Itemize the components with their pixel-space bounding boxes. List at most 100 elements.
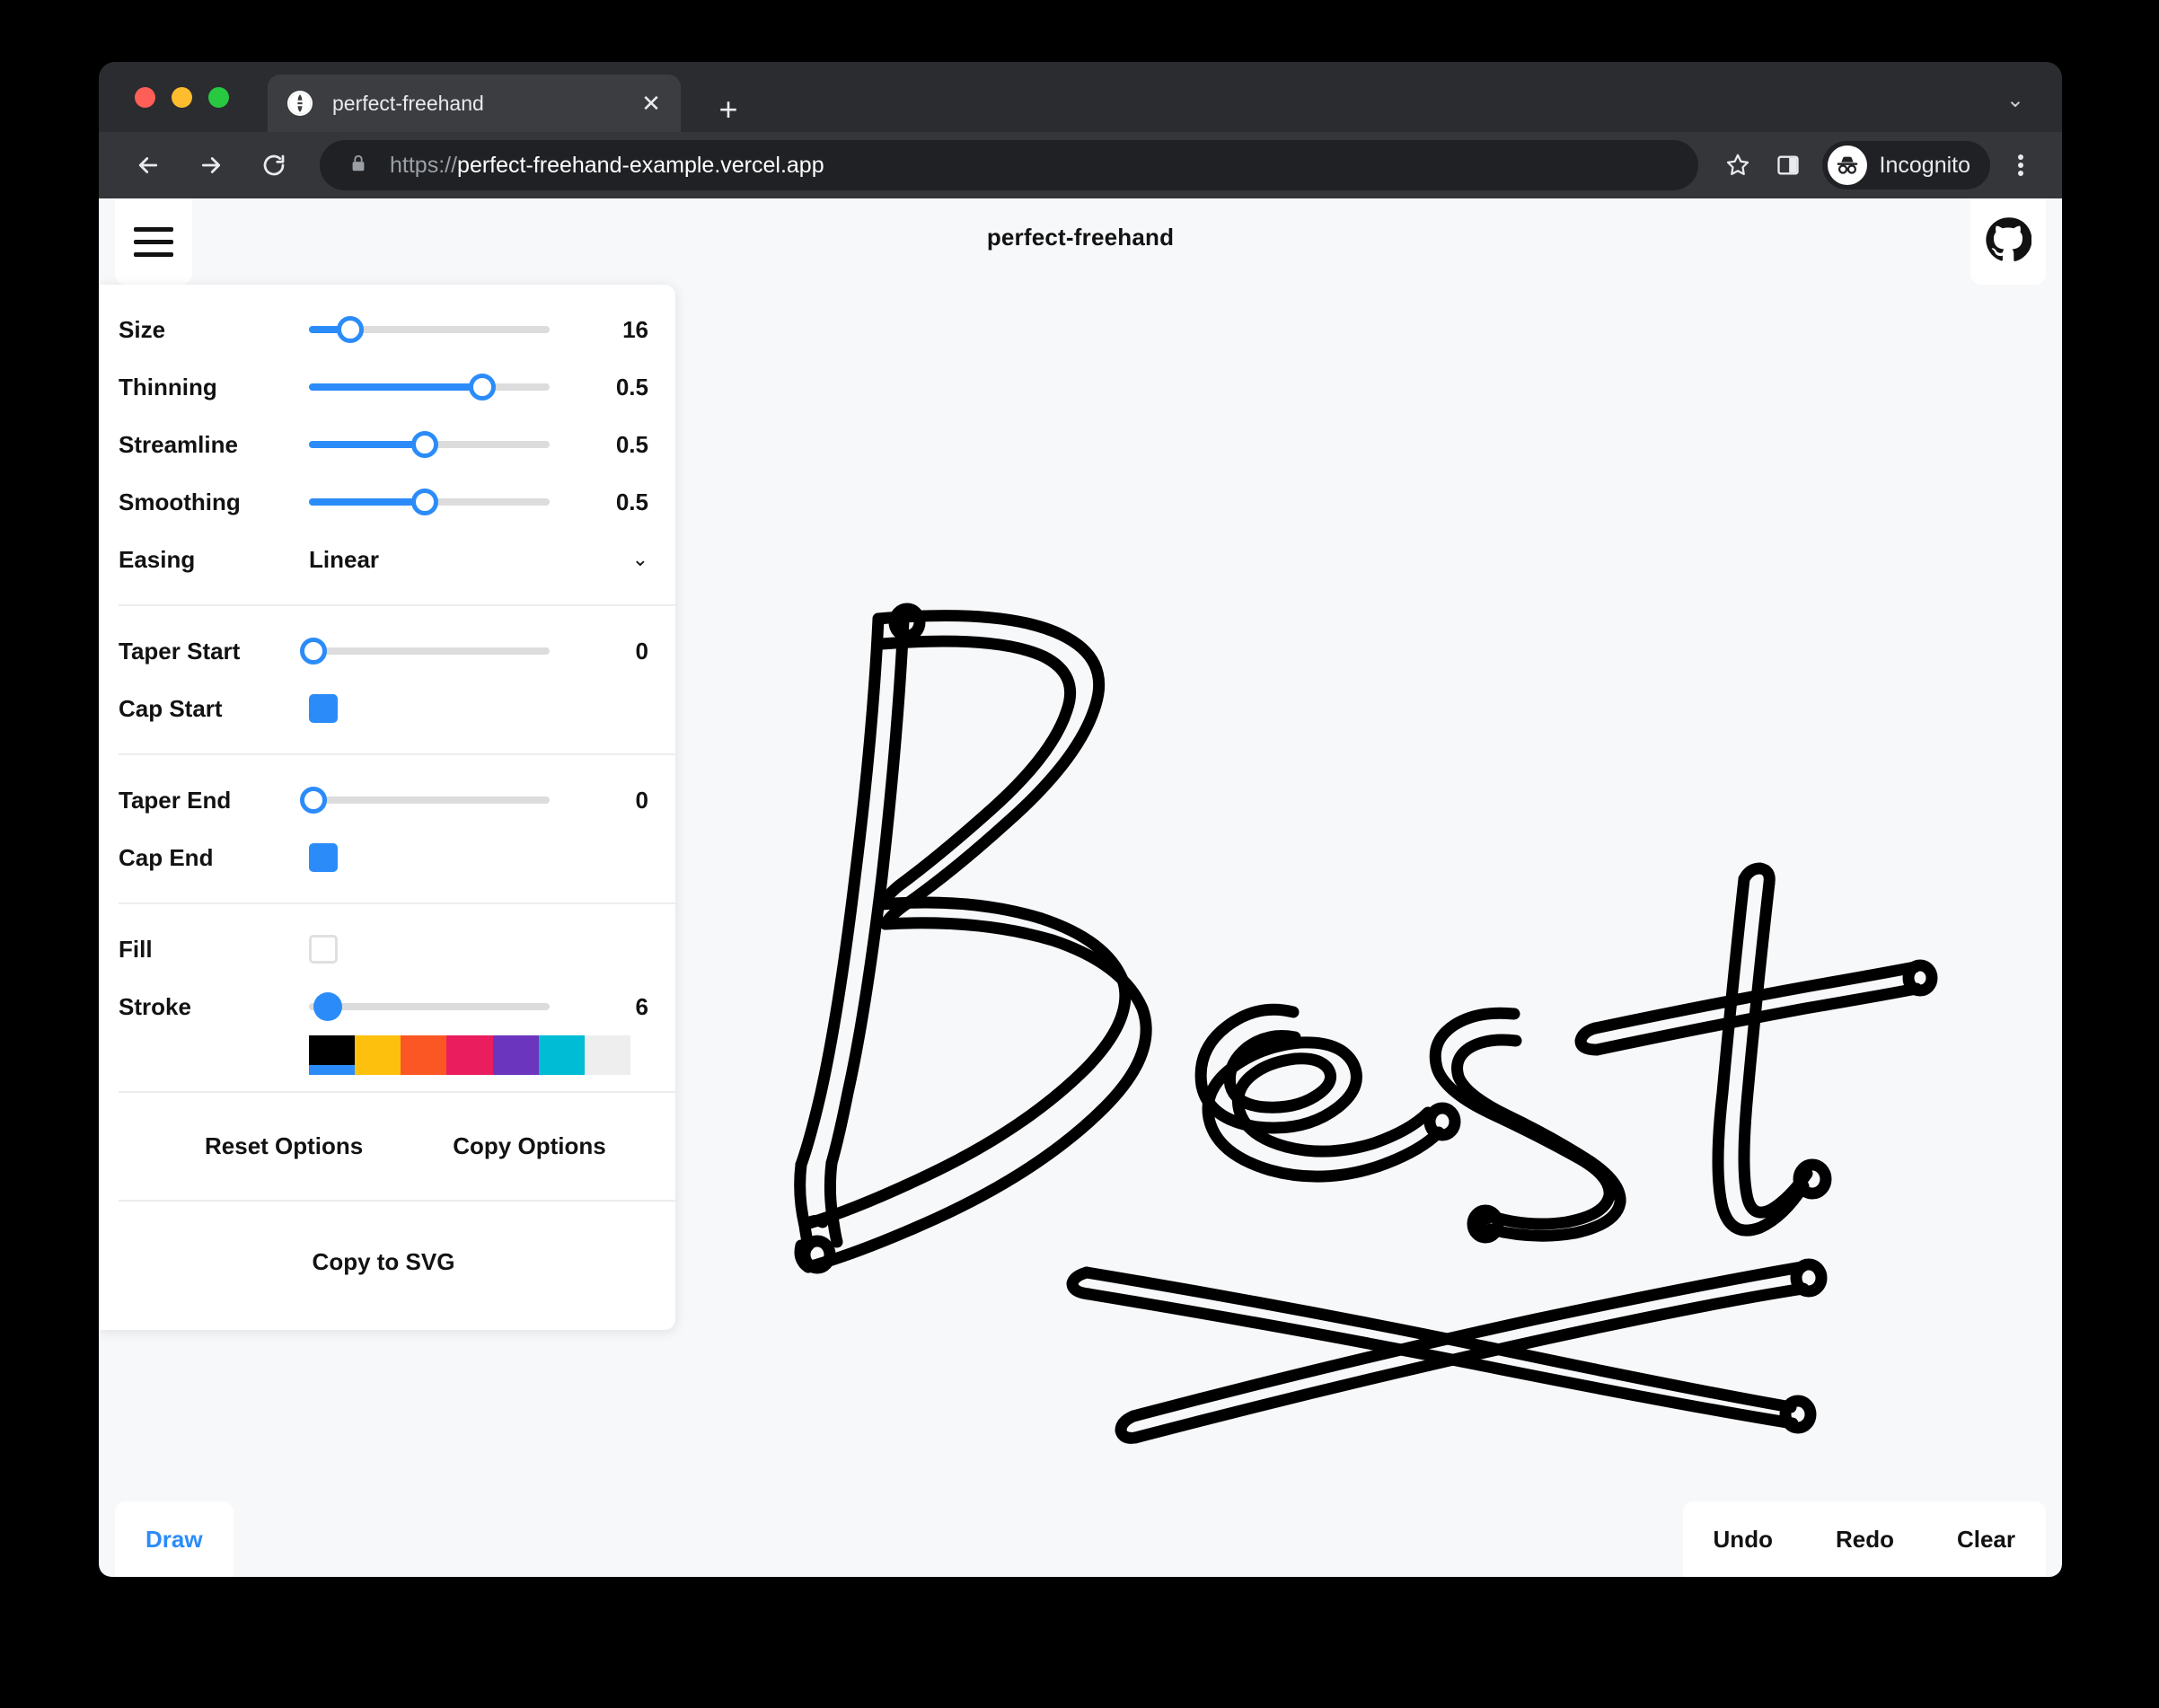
taper-start-section: Taper Start 0 Cap Start: [119, 604, 675, 753]
color-swatch-pink[interactable]: [446, 1035, 493, 1075]
slider-thumb[interactable]: [313, 992, 343, 1021]
color-swatch-orange[interactable]: [401, 1035, 447, 1075]
control-row-thinning: Thinning 0.5: [119, 358, 648, 416]
page-title: perfect-freehand: [986, 224, 1175, 251]
color-swatch-gray[interactable]: [584, 1035, 630, 1075]
slider-track: [309, 797, 550, 804]
smoothing-slider[interactable]: [309, 484, 550, 520]
browser-tab[interactable]: perfect-freehand ✕: [268, 75, 681, 132]
slider-thumb[interactable]: [300, 787, 328, 814]
swatch-selected-indicator: [309, 1065, 356, 1075]
address-bar[interactable]: https://perfect-freehand-example.vercel.…: [320, 140, 1698, 190]
slider-thumb[interactable]: [410, 489, 438, 515]
thinning-label: Thinning: [119, 373, 217, 401]
control-row-stroke: Stroke 6: [119, 978, 648, 1035]
control-row-easing: Easing Linear ⌄: [119, 531, 648, 588]
color-swatch-amber[interactable]: [355, 1035, 401, 1075]
thinning-slider[interactable]: [309, 369, 550, 405]
more-options-icon[interactable]: [1996, 140, 2046, 190]
control-row-cap-start: Cap Start: [119, 680, 648, 737]
size-label: Size: [119, 315, 166, 343]
slider-thumb[interactable]: [336, 316, 364, 343]
taper-start-label: Taper Start: [119, 637, 241, 665]
back-button[interactable]: [122, 139, 174, 191]
github-link[interactable]: [1970, 198, 2046, 285]
copy-svg-button-row: Copy to SVG: [119, 1218, 648, 1314]
options-button-row: Reset Options Copy Options: [119, 1109, 648, 1184]
control-row-taper-start: Taper Start 0: [119, 622, 648, 680]
stroke-value: 6: [635, 992, 648, 1020]
slider-thumb[interactable]: [468, 374, 496, 401]
undo-button[interactable]: Undo: [1714, 1526, 1773, 1554]
hamburger-icon-bar: [134, 251, 173, 257]
clear-button[interactable]: Clear: [1957, 1526, 2015, 1554]
browser-window: perfect-freehand ✕ + ⌄ https://perfect-f…: [99, 62, 2062, 1577]
github-icon: [1985, 216, 2032, 268]
controls-panel: Size 16 Thinning 0.5 Streamline 0.5 Smoo…: [99, 285, 675, 1330]
smoothing-value: 0.5: [615, 488, 648, 515]
copy-svg-section: Copy to SVG: [119, 1200, 675, 1330]
tab-strip: perfect-freehand ✕ + ⌄: [99, 62, 2062, 132]
size-slider[interactable]: [309, 312, 550, 348]
easing-select[interactable]: Linear ⌄: [309, 546, 648, 574]
side-panel-icon[interactable]: [1763, 140, 1813, 190]
profile-label: Incognito: [1879, 152, 1970, 178]
url-scheme: https://: [390, 152, 458, 178]
draw-tool-button[interactable]: Draw: [145, 1526, 203, 1554]
control-row-streamline: Streamline 0.5: [119, 416, 648, 473]
slider-thumb[interactable]: [300, 638, 328, 665]
color-swatch-cyan[interactable]: [538, 1035, 585, 1075]
cap-start-label: Cap Start: [119, 694, 223, 722]
url-text: https://perfect-freehand-example.vercel.…: [390, 153, 824, 179]
profile-chip[interactable]: Incognito: [1821, 141, 1990, 189]
taper-end-section: Taper End 0 Cap End: [119, 753, 675, 902]
color-swatch-black[interactable]: [309, 1035, 356, 1075]
thinning-value: 0.5: [615, 373, 648, 401]
tab-title: perfect-freehand: [332, 91, 484, 115]
slider-track: [309, 647, 550, 655]
forward-button[interactable]: [185, 139, 237, 191]
url-host: perfect-freehand-example.vercel.app: [457, 152, 824, 178]
chevron-down-icon[interactable]: ⌄: [2006, 87, 2024, 113]
stroke-options-section: Size 16 Thinning 0.5 Streamline 0.5 Smoo…: [119, 285, 675, 604]
color-swatch-purple[interactable]: [492, 1035, 539, 1075]
chevron-down-icon: ⌄: [631, 548, 648, 570]
globe-icon: [287, 91, 313, 116]
copy-to-svg-button[interactable]: Copy to SVG: [313, 1248, 455, 1276]
streamline-slider[interactable]: [309, 427, 550, 462]
redo-button[interactable]: Redo: [1836, 1526, 1894, 1554]
easing-label: Easing: [119, 545, 196, 573]
control-row-size: Size 16: [119, 301, 648, 358]
incognito-icon: [1827, 145, 1867, 185]
easing-value: Linear: [309, 545, 380, 573]
maximize-window-button[interactable]: [208, 87, 229, 108]
control-row-smoothing: Smoothing 0.5: [119, 473, 648, 531]
close-window-button[interactable]: [135, 87, 155, 108]
cap-end-checkbox[interactable]: [309, 843, 338, 872]
reload-button[interactable]: [248, 139, 300, 191]
taper-end-slider[interactable]: [300, 782, 550, 818]
stroke-label: Stroke: [119, 992, 191, 1020]
taper-start-slider[interactable]: [300, 633, 550, 669]
fill-checkbox[interactable]: [309, 935, 338, 964]
smoothing-label: Smoothing: [119, 488, 241, 515]
close-icon[interactable]: ✕: [632, 84, 670, 122]
minimize-window-button[interactable]: [172, 87, 192, 108]
cap-start-checkbox[interactable]: [309, 694, 338, 723]
control-row-taper-end: Taper End 0: [119, 771, 648, 829]
cap-end-label: Cap End: [119, 843, 214, 871]
reset-options-button[interactable]: Reset Options: [205, 1132, 363, 1160]
copy-options-button[interactable]: Copy Options: [453, 1132, 605, 1160]
bookmark-star-icon[interactable]: [1713, 140, 1763, 190]
fill-label: Fill: [119, 935, 153, 963]
slider-thumb[interactable]: [410, 431, 438, 458]
slider-fill: [309, 441, 425, 448]
window-controls: [135, 87, 229, 108]
size-value: 16: [622, 315, 648, 343]
stroke-slider[interactable]: [309, 989, 550, 1025]
slider-fill: [309, 383, 482, 391]
action-toolbar: Undo Redo Clear: [1682, 1501, 2046, 1577]
new-tab-button[interactable]: +: [708, 89, 749, 130]
taper-start-value: 0: [635, 637, 648, 665]
streamline-value: 0.5: [615, 430, 648, 458]
